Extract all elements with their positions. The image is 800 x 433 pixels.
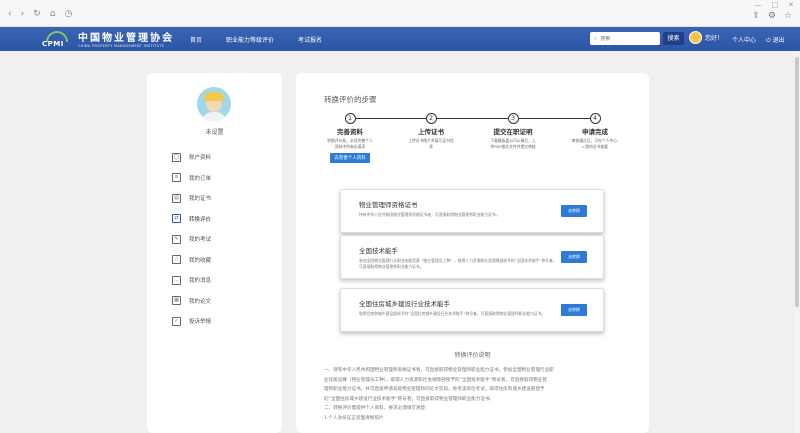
search-input[interactable] [600, 35, 656, 42]
forward-icon[interactable]: › [21, 9, 25, 19]
maximize-icon[interactable]: □ [772, 1, 779, 9]
order-icon: ≡ [172, 173, 181, 183]
sidebar-item-messages[interactable]: … 我的消息 [172, 270, 211, 291]
user-greeting[interactable]: 您好！ [689, 31, 723, 44]
sidebar-item-favorites[interactable]: ☆ 我的收藏 [172, 250, 211, 271]
user-center-link[interactable]: 个人中心 [732, 35, 756, 44]
convert-button[interactable]: 去转换 [561, 304, 587, 316]
window-controls: — □ ✕ [755, 1, 795, 9]
paper-icon: ▦ [172, 296, 181, 306]
back-icon[interactable]: ‹ [8, 9, 12, 19]
sidebar-item-certificates[interactable]: ▤ 我的证书 [172, 188, 211, 209]
search-box: ⌕ [590, 32, 660, 45]
message-icon: … [172, 275, 181, 285]
sidebar-menu: ◯ 账户资料 ≡ 我的订单 ▤ 我的证书 ⇄ 转换评价 ✎ 我的考试 ☆ 我的收藏 … 我的消… [172, 147, 211, 332]
conversion-card: 物业管理师资格证书 持有中华人民共和国物业管理师资格证书者，可直接取得物业管理师… [340, 189, 604, 233]
sidebar-item-convert[interactable]: ⇄ 转换评价 [172, 209, 211, 230]
nav-exam-signup[interactable]: 考试报名 [298, 35, 322, 44]
nav-home[interactable]: 首页 [190, 35, 202, 44]
site-logo[interactable]: CPMI 中国物业管理协会 CHINA PROPERTY MANAGEMENT … [42, 29, 174, 48]
explanation-text: 一、持有中华人民共和国物业管理师资格证书者，可直接取得物业管理师职业能力证书。参… [324, 368, 554, 421]
sidebar-item-account[interactable]: ◯ 账户资料 [172, 147, 211, 168]
username: 未设置 [205, 129, 224, 136]
main-nav: 首页 职业能力等级评价 考试报名 [190, 35, 322, 44]
explanation-title: 转换评价说明 [454, 352, 491, 359]
logo-subtitle: CHINA PROPERTY MANAGEMENT INSTITUTE [78, 44, 165, 48]
browser-toolbar: ‹ › ↻ ⌂ ◷ — □ ✕ ⇪ ⚙ ☆ [0, 0, 800, 27]
close-icon[interactable]: ✕ [788, 1, 794, 9]
certificate-icon: ▤ [172, 193, 181, 203]
nav-evaluation[interactable]: 职业能力等级评价 [226, 35, 274, 44]
scrollbar-thumb[interactable] [795, 57, 799, 307]
convert-button[interactable]: 去转换 [561, 251, 587, 263]
conversion-card: 全国住房城乡建设行业技术能手 取得住房和城乡建设部授予的“全国住房城乡建设行业技… [340, 288, 604, 332]
user-avatar[interactable] [197, 87, 231, 121]
share-icon[interactable]: ⇪ [752, 11, 760, 21]
sidebar: 未设置 ◯ 账户资料 ≡ 我的订单 ▤ 我的证书 ⇄ 转换评价 ✎ 我的考试 ☆ 我的收藏 … [147, 73, 282, 433]
sidebar-item-report[interactable]: ✓ 投诉举报 [172, 311, 211, 332]
minimize-icon[interactable]: — [755, 1, 762, 9]
history-icon[interactable]: ◷ [64, 9, 72, 19]
page-title: 转换评价的步骤 [324, 95, 377, 104]
complete-profile-button[interactable]: 去完善个人资料 [330, 153, 370, 163]
bookmark-icon[interactable]: ☆ [784, 11, 792, 21]
logo-title: 中国物业管理协会 [78, 33, 174, 44]
exam-icon: ✎ [172, 234, 181, 244]
step-3: 3 提交在职证明 下载模板盖公司公章后，上传PDF格式文件并提交审核 [490, 113, 536, 149]
convert-button[interactable]: 去转换 [561, 205, 587, 217]
sidebar-item-exams[interactable]: ✎ 我的考试 [172, 229, 211, 250]
main-panel: 转换评价的步骤 1 完善资料 转换评价前，必须完善个人资料中所有必填项 去完善个… [296, 73, 649, 433]
user-icon: ◯ [172, 152, 181, 162]
step-1: 1 完善资料 转换评价前，必须完善个人资料中所有必填项 去完善个人资料 [327, 113, 373, 163]
sidebar-item-orders[interactable]: ≡ 我的订单 [172, 168, 211, 189]
step-4: 4 申请完成 审核通过后，可在个人中心->我的证书查看 [571, 113, 619, 149]
refresh-icon[interactable]: ↻ [33, 9, 41, 19]
step-2: 2 上传证书 上传证书图片并填写证书信息 [408, 113, 454, 149]
logo-mark: CPMI [42, 30, 72, 48]
sidebar-item-papers[interactable]: ▦ 我的论文 [172, 291, 211, 312]
home-icon[interactable]: ⌂ [50, 9, 56, 19]
search-button[interactable]: 搜索 [663, 32, 684, 45]
settings-icon[interactable]: ⚙ [768, 11, 776, 21]
browser-tools: ⇪ ⚙ ☆ [752, 11, 792, 21]
steps: 1 完善资料 转换评价前，必须完善个人资料中所有必填项 去完善个人资料 2 上传… [296, 113, 649, 183]
search-icon: ⌕ [594, 34, 598, 42]
avatar [689, 31, 702, 44]
page-scrollbar[interactable] [794, 51, 800, 433]
conversion-card: 全国技术能手 参加全国物业管理行业职业技能竞赛（物业管理员工种），取得人力资源和… [340, 235, 604, 279]
logout-link[interactable]: ⏻ 退出 [766, 35, 785, 45]
convert-icon: ⇄ [172, 214, 181, 224]
report-icon: ✓ [172, 316, 181, 326]
browser-nav: ‹ › ↻ ⌂ ◷ [8, 9, 72, 19]
site-header: CPMI 中国物业管理协会 CHINA PROPERTY MANAGEMENT … [0, 27, 800, 51]
favorite-icon: ☆ [172, 255, 181, 265]
